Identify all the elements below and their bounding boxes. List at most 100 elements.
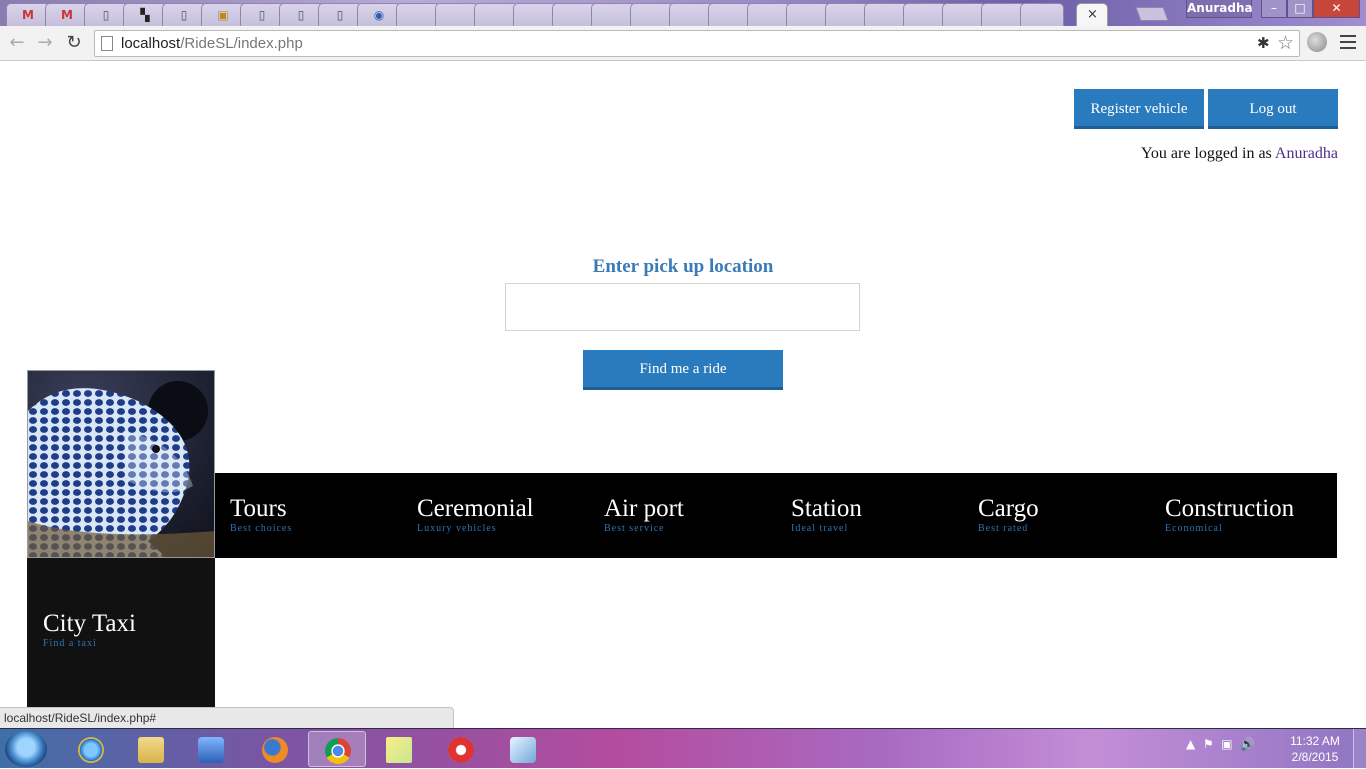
new-tab-button[interactable] bbox=[1135, 7, 1169, 21]
tab-23[interactable] bbox=[942, 3, 986, 26]
page-icon: ▯ bbox=[336, 8, 344, 22]
category-subtitle: Best rated bbox=[978, 523, 1029, 534]
forward-arrow-icon[interactable]: → bbox=[34, 32, 56, 54]
moray-eel-photo bbox=[27, 370, 215, 558]
category-title: Cargo bbox=[978, 495, 1039, 522]
taskbar-sticky-notes[interactable] bbox=[370, 731, 428, 767]
tab-page-2[interactable]: ▚ bbox=[123, 3, 167, 26]
tab-page-7[interactable]: ▯ bbox=[318, 3, 362, 26]
tab-18[interactable] bbox=[747, 3, 791, 26]
pickup-location-input[interactable] bbox=[505, 283, 860, 331]
category-cargo[interactable]: Cargo Best rated bbox=[978, 495, 1039, 535]
tab-strip: M M ▯ ▚ ▯ ▣ ▯ ▯ ▯ ◉ × Anuradha – □ ✕ bbox=[0, 0, 1366, 26]
tab-active[interactable]: × bbox=[1076, 3, 1108, 26]
clock[interactable]: 11:32 AM 2/8/2015 bbox=[1282, 733, 1348, 765]
page-icon: ▯ bbox=[258, 8, 266, 22]
close-tab-icon[interactable]: × bbox=[1087, 7, 1098, 22]
category-subtitle: Economical bbox=[1165, 523, 1223, 534]
tab-19[interactable] bbox=[786, 3, 830, 26]
globe-extension-icon[interactable] bbox=[1307, 32, 1327, 52]
category-city-taxi[interactable]: City Taxi Find a taxi bbox=[43, 610, 136, 650]
page-icon: ▯ bbox=[180, 8, 188, 22]
pickup-label: Enter pick up location bbox=[592, 256, 774, 277]
chrome-icon bbox=[325, 738, 351, 764]
login-status-prefix: You are logged in as bbox=[1140, 145, 1272, 162]
taskbar-firefox[interactable] bbox=[246, 731, 304, 767]
username-link[interactable]: Anuradha bbox=[1275, 145, 1338, 162]
clock-date: 2/8/2015 bbox=[1291, 750, 1339, 764]
tab-gmail-2[interactable]: M bbox=[45, 3, 89, 26]
tab-page-6[interactable]: ▯ bbox=[279, 3, 323, 26]
tab-page-4[interactable]: ▣ bbox=[201, 3, 245, 26]
category-title: Tours bbox=[230, 495, 287, 522]
category-subtitle: Best choices bbox=[230, 523, 293, 534]
category-title: Air port bbox=[604, 495, 684, 522]
tab-gmail-1[interactable]: M bbox=[6, 3, 50, 26]
taskbar: ▲ ⚑ ▣ 🔊 11:32 AM 2/8/2015 bbox=[0, 728, 1366, 769]
system-tray[interactable]: ▲ ⚑ ▣ 🔊 bbox=[1186, 737, 1255, 751]
show-desktop-button[interactable] bbox=[1353, 729, 1366, 769]
logout-button[interactable]: Log out bbox=[1208, 89, 1338, 129]
tab-22[interactable] bbox=[903, 3, 947, 26]
tab-13[interactable] bbox=[552, 3, 596, 26]
category-bar: Tours Best choices Ceremonial Luxury veh… bbox=[215, 473, 1337, 558]
internet-explorer-icon bbox=[78, 737, 104, 763]
tab-12[interactable] bbox=[513, 3, 557, 26]
tab-page-1[interactable]: ▯ bbox=[84, 3, 128, 26]
app-icon: ▚ bbox=[140, 8, 150, 22]
tab-9[interactable] bbox=[396, 3, 440, 26]
url-text[interactable]: localhost/RideSL/index.php bbox=[121, 35, 303, 52]
tab-page-8[interactable]: ◉ bbox=[357, 3, 401, 26]
tab-14[interactable] bbox=[591, 3, 635, 26]
close-window-button[interactable]: ✕ bbox=[1313, 0, 1360, 18]
find-ride-button[interactable]: Find me a ride bbox=[583, 350, 783, 390]
tab-11[interactable] bbox=[474, 3, 518, 26]
category-station[interactable]: Station Ideal travel bbox=[791, 495, 862, 535]
reload-icon[interactable]: ↻ bbox=[63, 32, 85, 54]
address-bar[interactable]: localhost/RideSL/index.php ✱ ☆ bbox=[94, 30, 1300, 57]
category-tours[interactable]: Tours Best choices bbox=[230, 495, 292, 535]
category-air-port[interactable]: Air port Best service bbox=[604, 495, 684, 535]
taskbar-internet-explorer[interactable] bbox=[62, 731, 120, 767]
url-host: localhost bbox=[121, 35, 181, 52]
taskbar-file-explorer[interactable] bbox=[122, 731, 180, 767]
register-vehicle-button[interactable]: Register vehicle bbox=[1074, 89, 1204, 129]
page-icon: ▯ bbox=[297, 8, 305, 22]
category-subtitle: Best service bbox=[604, 523, 665, 534]
tab-16[interactable] bbox=[669, 3, 713, 26]
tab-20[interactable] bbox=[825, 3, 869, 26]
category-subtitle: Luxury vehicles bbox=[417, 523, 497, 534]
site-icon: ◉ bbox=[373, 8, 385, 22]
tab-page-3[interactable]: ▯ bbox=[162, 3, 206, 26]
category-title: Station bbox=[791, 495, 862, 522]
tab-17[interactable] bbox=[708, 3, 752, 26]
city-taxi-tile[interactable]: City Taxi Find a taxi bbox=[27, 558, 215, 728]
profile-button[interactable]: Anuradha bbox=[1186, 0, 1253, 18]
category-title: Ceremonial bbox=[417, 495, 534, 522]
menu-icon[interactable] bbox=[1340, 35, 1356, 49]
taskbar-chrome[interactable] bbox=[308, 731, 366, 767]
status-bar: localhost/RideSL/index.php# bbox=[0, 707, 454, 728]
taskbar-app-red[interactable] bbox=[432, 731, 490, 767]
bookmark-star-icon[interactable]: ☆ bbox=[1277, 32, 1294, 54]
maximize-button[interactable]: □ bbox=[1287, 0, 1313, 18]
back-arrow-icon[interactable]: ← bbox=[6, 32, 28, 54]
taskbar-media-player[interactable] bbox=[182, 731, 240, 767]
tab-25[interactable] bbox=[1020, 3, 1064, 26]
tab-10[interactable] bbox=[435, 3, 479, 26]
taskbar-app-cube[interactable] bbox=[494, 731, 552, 767]
category-ceremonial[interactable]: Ceremonial Luxury vehicles bbox=[417, 495, 534, 535]
gmail-icon: M bbox=[22, 8, 34, 22]
cube-icon bbox=[510, 737, 536, 763]
category-title: City Taxi bbox=[43, 610, 136, 637]
tab-24[interactable] bbox=[981, 3, 1025, 26]
tab-21[interactable] bbox=[864, 3, 908, 26]
gmail-icon: M bbox=[61, 8, 73, 22]
tab-page-5[interactable]: ▯ bbox=[240, 3, 284, 26]
start-button[interactable] bbox=[5, 731, 47, 767]
extension-icon[interactable]: ✱ bbox=[1257, 34, 1270, 52]
category-construction[interactable]: Construction Economical bbox=[1165, 495, 1294, 535]
minimize-button[interactable]: – bbox=[1261, 0, 1287, 18]
tab-15[interactable] bbox=[630, 3, 674, 26]
category-title: Construction bbox=[1165, 495, 1295, 522]
